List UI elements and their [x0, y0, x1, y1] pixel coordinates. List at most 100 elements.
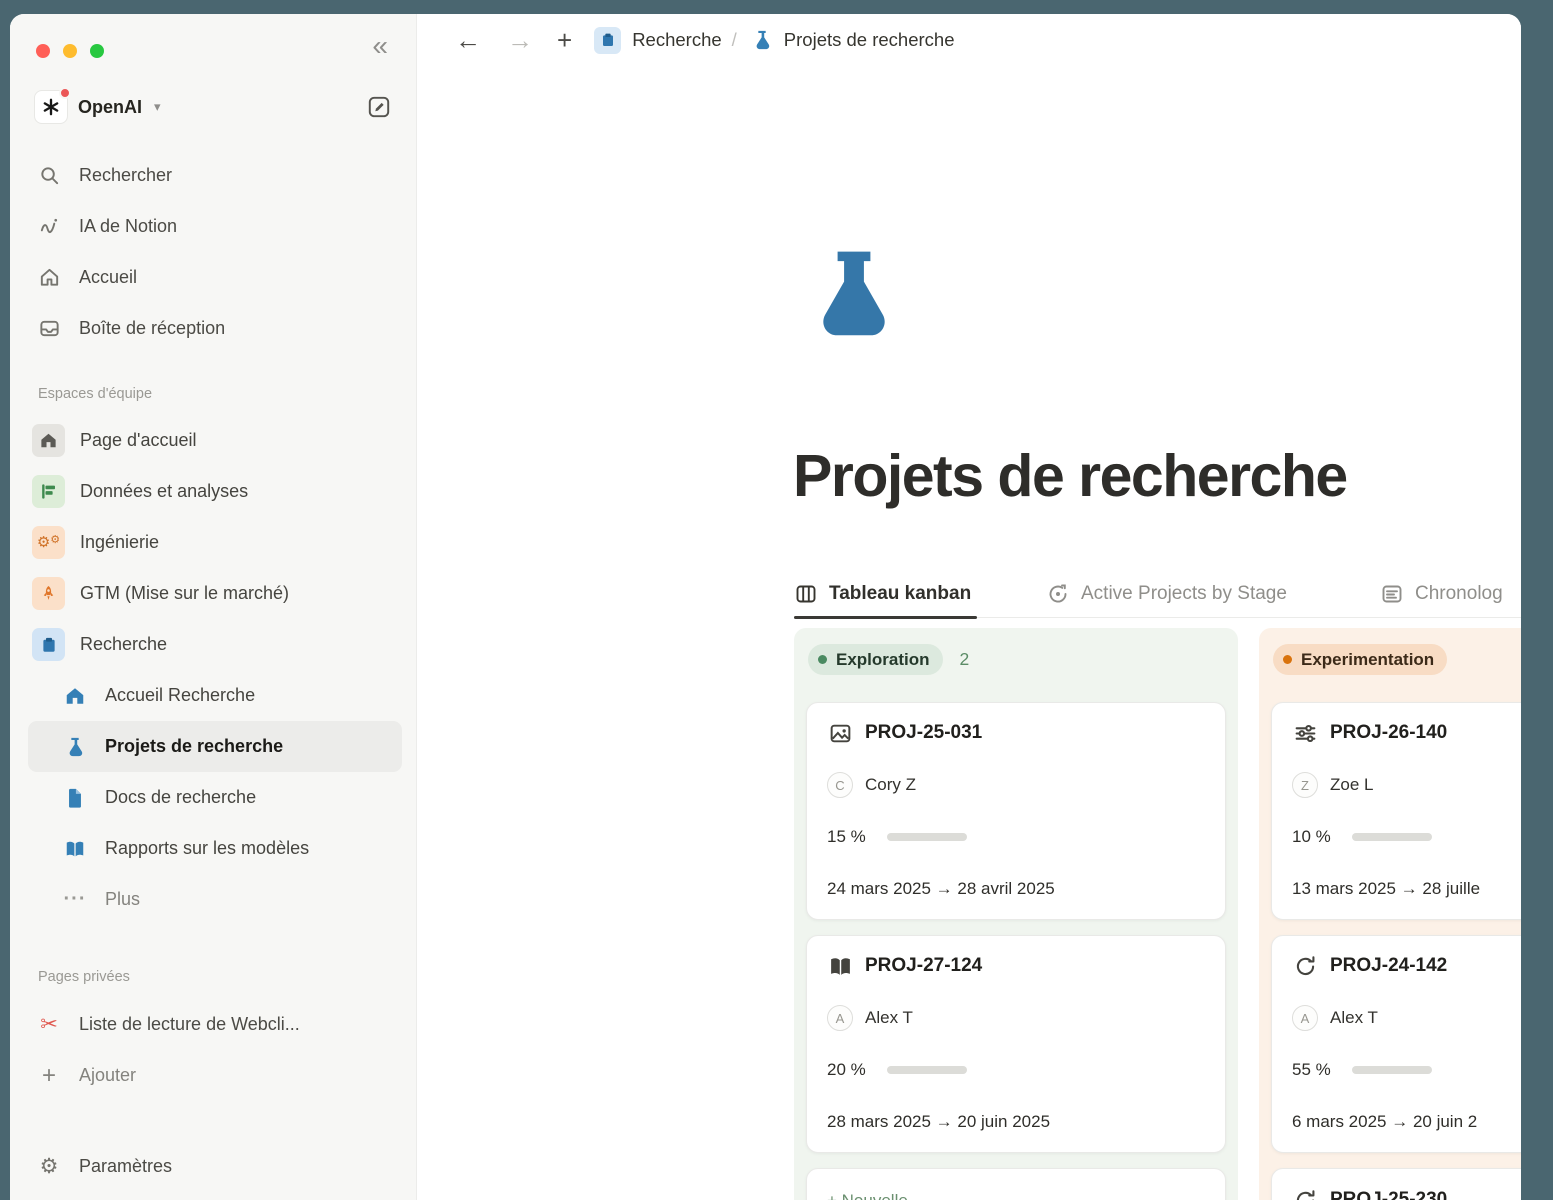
sidebar-item-label: Rapports sur les modèles	[105, 838, 309, 859]
sidebar-item-research-home[interactable]: Accueil Recherche	[28, 670, 402, 721]
sidebar-item-home[interactable]: Accueil	[10, 252, 416, 303]
column-header: Exploration 2	[808, 644, 1226, 675]
refresh-icon	[1292, 953, 1318, 979]
close-window-button[interactable]	[36, 44, 50, 58]
sidebar-item-label: Boîte de réception	[79, 318, 225, 339]
progress-label: 15 %	[827, 827, 875, 847]
gear-icon: ⚙	[36, 1154, 62, 1180]
tab-kanban[interactable]: Tableau kanban	[794, 570, 971, 618]
progress-bar	[887, 833, 967, 841]
sidebar-item-more[interactable]: ··· Plus	[28, 874, 402, 925]
sidebar-item-inbox[interactable]: Boîte de réception	[10, 303, 416, 354]
teamspaces-header[interactable]: Espaces d'équipe	[10, 386, 416, 402]
kanban-card[interactable]: PROJ-26-140 Z Zoe L 10 % 13 mars 2025 → …	[1271, 702, 1521, 920]
sidebar-item-research-docs[interactable]: Docs de recherche	[28, 772, 402, 823]
status-pill-experimentation[interactable]: Experimentation	[1273, 644, 1447, 675]
kanban-card-partial[interactable]: PROJ-25-230	[1271, 1168, 1521, 1200]
teamspace-label: Ingénierie	[80, 532, 159, 553]
sidebar-item-research-projects[interactable]: Projets de recherche	[28, 721, 402, 772]
sidebar-item-label: Rechercher	[79, 165, 172, 186]
card-dates: 24 mars 2025 → 28 avril 2025	[827, 879, 1055, 899]
sidebar-item-label: Docs de recherche	[105, 787, 256, 808]
progress-label: 55 %	[1292, 1060, 1340, 1080]
new-page-label: + Nouvelle	[827, 1191, 908, 1200]
new-page-card[interactable]: + Nouvelle	[806, 1168, 1226, 1200]
kanban-column-experimentation: Experimentation PROJ-26-140 Z Zoe L 10	[1259, 628, 1521, 1200]
sidebar-item-teamspace-engineering[interactable]: ⚙⚙ Ingénierie	[10, 517, 416, 568]
column-name: Experimentation	[1301, 650, 1434, 670]
new-page-icon[interactable]	[366, 94, 392, 120]
avatar: C	[827, 772, 853, 798]
sidebar-item-label: IA de Notion	[79, 216, 177, 237]
progress-bar	[1352, 833, 1432, 841]
sidebar-item-teamspace-home[interactable]: Page d'accueil	[10, 415, 416, 466]
sidebar-item-settings[interactable]: ⚙ Paramètres	[10, 1141, 416, 1192]
column-header: Experimentation	[1273, 644, 1521, 675]
notification-dot	[59, 87, 71, 99]
timeline-icon	[1380, 582, 1404, 606]
sidebar-item-search[interactable]: Rechercher	[10, 150, 416, 201]
back-arrow-icon[interactable]: ←	[455, 27, 481, 53]
sidebar-menu: Rechercher IA de Notion Accueil Boîte de…	[10, 150, 416, 1101]
flask-icon	[62, 734, 88, 760]
tab-label: Tableau kanban	[829, 583, 971, 605]
workspace-name: OpenAI	[78, 97, 142, 118]
sidebar-item-label: Plus	[105, 889, 140, 910]
kanban-card[interactable]: PROJ-24-142 A Alex T 55 % 6 mars 2025 → …	[1271, 935, 1521, 1153]
flask-icon	[751, 29, 773, 51]
card-id: PROJ-26-140	[1330, 722, 1447, 744]
main-content: ← → + Recherche / Projets de recherche P…	[417, 14, 1521, 1200]
view-tabs: Tableau kanban Active Projects by Stage …	[794, 570, 1521, 618]
teamspace-label: Données et analyses	[80, 481, 248, 502]
inbox-icon	[36, 316, 62, 342]
tab-timeline[interactable]: Chronolog	[1380, 570, 1503, 618]
sidebar-item-model-reports[interactable]: Rapports sur les modèles	[28, 823, 402, 874]
status-pill-exploration[interactable]: Exploration	[808, 644, 943, 675]
card-dates: 13 mars 2025 → 28 juille	[1292, 879, 1480, 899]
teamspace-label: GTM (Mise sur le marché)	[80, 583, 289, 604]
scissors-icon: ✂	[36, 1012, 62, 1038]
notion-ai-icon	[36, 214, 62, 240]
add-page-icon[interactable]: +	[557, 27, 572, 53]
card-id: PROJ-24-142	[1330, 955, 1447, 977]
breadcrumb-root[interactable]: Recherche	[632, 29, 721, 51]
clipboard-icon	[594, 27, 621, 54]
sidebar-footer: ⚙ Paramètres	[10, 1141, 416, 1192]
search-icon	[36, 163, 62, 189]
sidebar-item-label: Projets de recherche	[105, 736, 283, 757]
card-dates: 28 mars 2025 → 20 juin 2025	[827, 1112, 1050, 1132]
workspace-switcher[interactable]: OpenAI ▾	[34, 90, 392, 124]
breadcrumb-page[interactable]: Projets de recherche	[784, 29, 955, 51]
kanban-card[interactable]: PROJ-27-124 A Alex T 20 % 28 mars 2025 →…	[806, 935, 1226, 1153]
house-icon	[32, 424, 65, 457]
zoom-window-button[interactable]	[90, 44, 104, 58]
tab-active-projects[interactable]: Active Projects by Stage	[1046, 570, 1287, 618]
app-window: « OpenAI ▾ Rechercher	[10, 14, 1521, 1200]
card-id: PROJ-25-031	[865, 722, 982, 744]
kanban-card[interactable]: PROJ-25-031 C Cory Z 15 % 24 mars 2025 →…	[806, 702, 1226, 920]
progress-bar	[887, 1066, 967, 1074]
document-icon	[62, 785, 88, 811]
avatar: A	[1292, 1005, 1318, 1031]
sidebar-item-teamspace-gtm[interactable]: GTM (Mise sur le marché)	[10, 568, 416, 619]
page-icon-flask[interactable]	[813, 246, 895, 351]
sidebar-item-teamspace-data[interactable]: Données et analyses	[10, 466, 416, 517]
sidebar-item-label: Paramètres	[79, 1156, 172, 1177]
sliders-icon	[1292, 720, 1318, 746]
assignee-name: Zoe L	[1330, 775, 1373, 795]
sidebar-item-notion-ai[interactable]: IA de Notion	[10, 201, 416, 252]
tab-label: Active Projects by Stage	[1081, 583, 1287, 605]
sidebar-item-teamspace-research[interactable]: Recherche	[10, 619, 416, 670]
minimize-window-button[interactable]	[63, 44, 77, 58]
sidebar-item-add-page[interactable]: + Ajouter	[10, 1050, 416, 1101]
sidebar-item-label: Accueil	[79, 267, 137, 288]
card-id: PROJ-27-124	[865, 955, 982, 977]
collapse-sidebar-icon[interactable]: «	[372, 32, 388, 60]
private-pages-header[interactable]: Pages privées	[10, 969, 416, 985]
column-name: Exploration	[836, 650, 930, 670]
sidebar-item-webclipper-list[interactable]: ✂ Liste de lecture de Webcli...	[10, 999, 416, 1050]
assignee-name: Alex T	[1330, 1008, 1378, 1028]
page-title[interactable]: Projets de recherche	[793, 442, 1347, 510]
forward-arrow-icon[interactable]: →	[507, 27, 533, 53]
kanban-board: Exploration 2 PROJ-25-031 C Cory Z	[794, 628, 1521, 1200]
